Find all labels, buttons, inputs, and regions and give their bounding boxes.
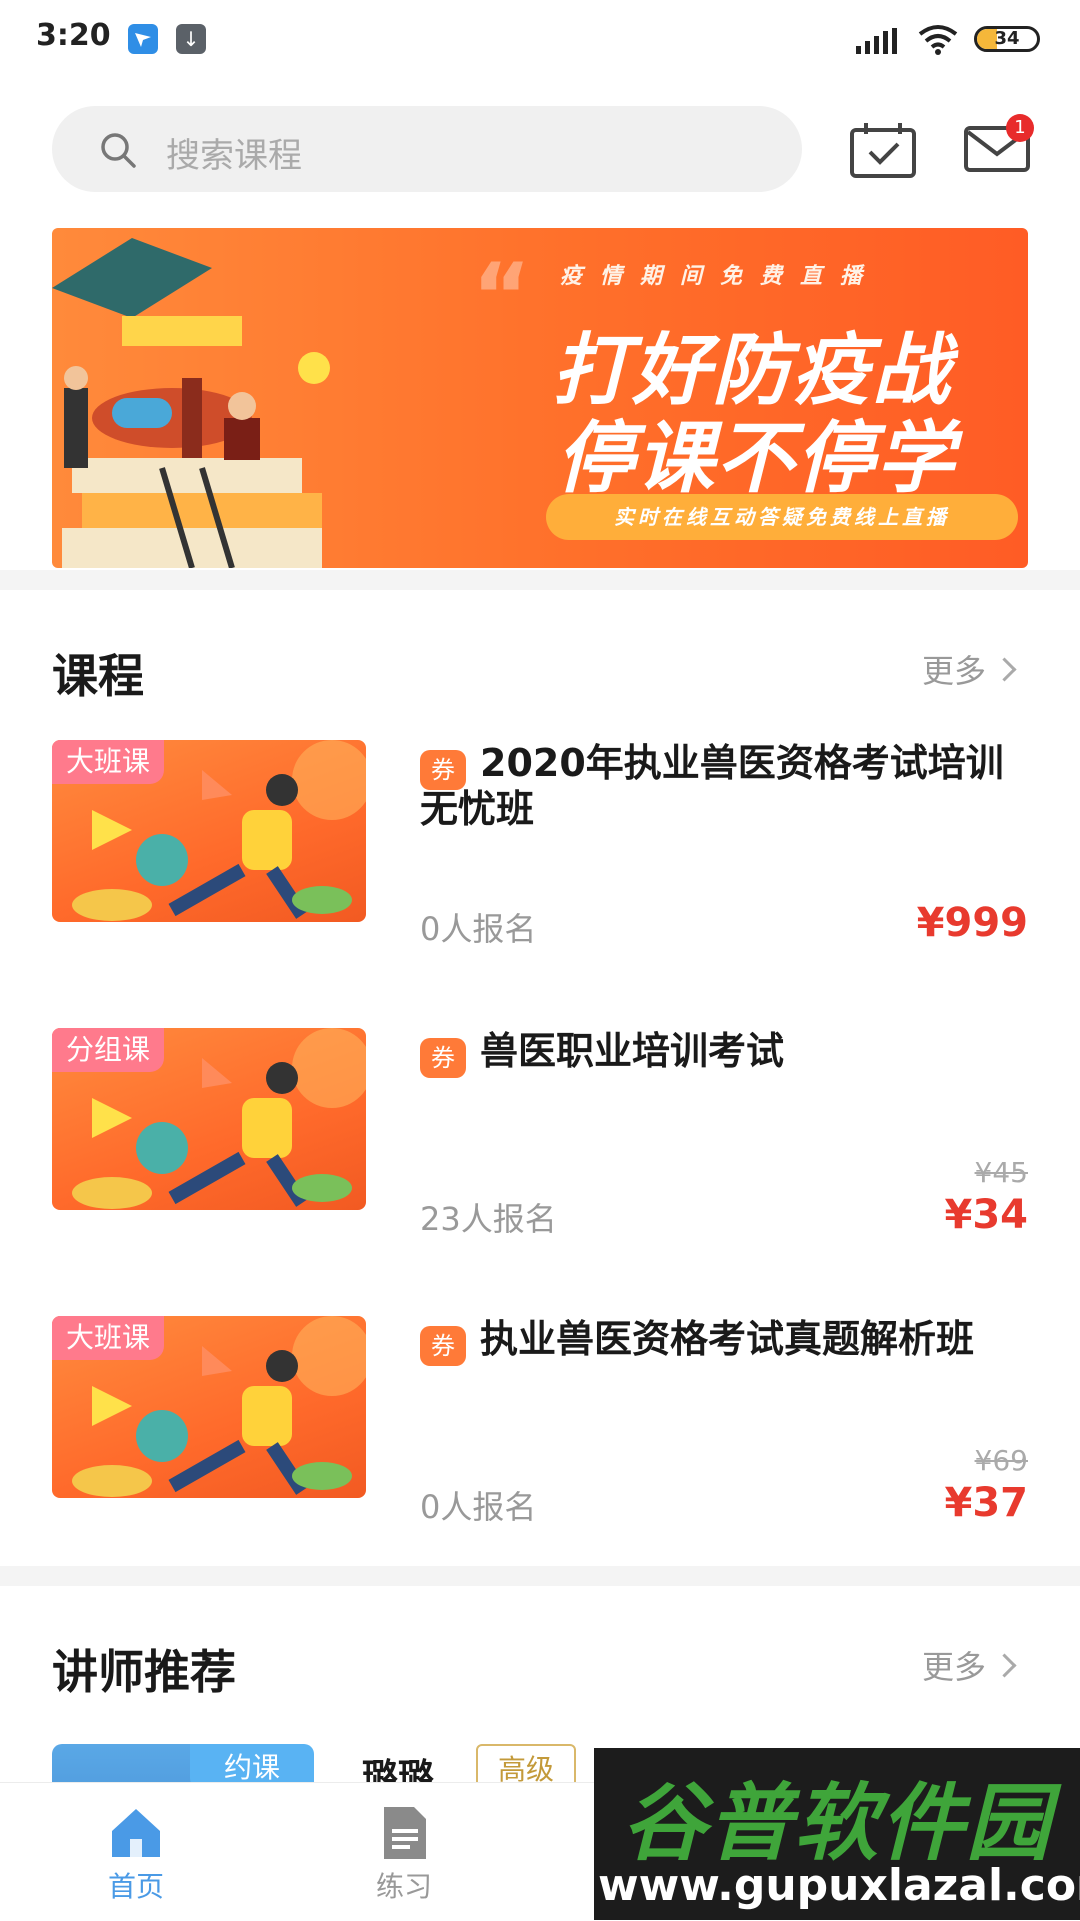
watermark-url: www.gupuxlazal.com <box>598 1860 1080 1911</box>
nav-item-home[interactable]: 首页 <box>46 1783 226 1921</box>
course-card[interactable]: 大班课 券 执业兽医资格考试真题解析班 ¥69 0人报名 ¥37 <box>0 1316 1080 1566</box>
more-label: 更多 <box>922 652 987 690</box>
banner-pill: 实时在线互动答疑免费线上直播 <box>546 494 1018 540</box>
original-price: ¥45 <box>974 1156 1028 1189</box>
course-title: 2020年执业兽医资格考试培训无忧班 <box>420 741 1004 831</box>
course-card[interactable]: 分组课 券 兽医职业培训考试 ¥45 23人报名 ¥34 <box>0 1028 1080 1278</box>
more-label: 更多 <box>922 1648 987 1686</box>
course-thumbnail: 大班课 <box>52 740 366 922</box>
nav-label: 首页 <box>107 1870 164 1903</box>
watermark-title: 谷普软件园 <box>621 1774 1052 1872</box>
course-type-tag: 大班课 <box>52 1316 165 1360</box>
course-price: ¥999 <box>916 900 1028 946</box>
banner-headline-2: 停课不停学 <box>556 414 957 504</box>
banner-subtitle: 疫情期间免费直播 <box>560 264 881 289</box>
document-icon <box>384 1807 426 1859</box>
wifi-icon <box>918 25 958 55</box>
course-price: ¥37 <box>944 1480 1029 1526</box>
calendar-check-icon[interactable] <box>848 120 918 180</box>
mail-badge: 1 <box>1006 114 1034 142</box>
course-type-tag: 大班课 <box>52 740 165 784</box>
enrolled-count: 0人报名 <box>420 910 537 948</box>
promo-banner[interactable]: “ 疫情期间免费直播 打好防疫战 停课不停学 实时在线互动答疑免费线上直播 <box>52 228 1028 568</box>
quote-mark: “ <box>472 244 532 349</box>
section-title-teachers: 讲师推荐 <box>52 1645 236 1699</box>
nav-label: 练习 <box>375 1870 432 1903</box>
chevron-right-icon <box>992 657 1017 682</box>
battery-level: 34 <box>994 28 1020 49</box>
course-title: 兽医职业培训考试 <box>480 1029 785 1073</box>
signal-icon <box>856 28 897 54</box>
search-placeholder: 搜索课程 <box>166 136 302 176</box>
nav-item-practice[interactable]: 练习 <box>314 1783 494 1921</box>
section-title-courses: 课程 <box>52 649 144 703</box>
courses-more-link[interactable]: 更多 <box>922 646 1017 692</box>
banner-pill-text: 实时在线互动答疑免费线上直播 <box>614 505 950 529</box>
graduation-illustration <box>52 238 330 568</box>
teachers-more-link[interactable]: 更多 <box>922 1642 1017 1688</box>
course-thumbnail: 大班课 <box>52 1316 366 1498</box>
download-icon: ↓ <box>176 24 206 54</box>
battery-icon: 34 <box>974 26 1040 52</box>
app-notification-icon <box>128 24 158 54</box>
course-price: ¥34 <box>944 1192 1029 1238</box>
course-thumbnail: 分组课 <box>52 1028 366 1210</box>
search-icon <box>101 133 136 168</box>
search-bar[interactable]: 搜索课程 <box>52 106 802 192</box>
section-divider <box>0 570 1080 590</box>
course-type-tag: 分组课 <box>52 1028 165 1072</box>
course-card[interactable]: 大班课 券 2020年执业兽医资格考试培训无忧班 0人报名 ¥999 <box>0 740 1080 990</box>
status-bar: 3:20 ↓ 34 <box>0 0 1080 80</box>
chevron-right-icon <box>992 1653 1017 1678</box>
enrolled-count: 0人报名 <box>420 1488 537 1526</box>
home-icon <box>112 1809 160 1857</box>
watermark: 谷普软件园 www.gupuxlazal.com <box>594 1748 1080 1920</box>
course-title: 执业兽医资格考试真题解析班 <box>480 1317 975 1361</box>
section-divider <box>0 1566 1080 1586</box>
enrolled-count: 23人报名 <box>420 1200 557 1238</box>
original-price: ¥69 <box>974 1444 1028 1477</box>
status-time: 3:20 <box>36 18 111 53</box>
